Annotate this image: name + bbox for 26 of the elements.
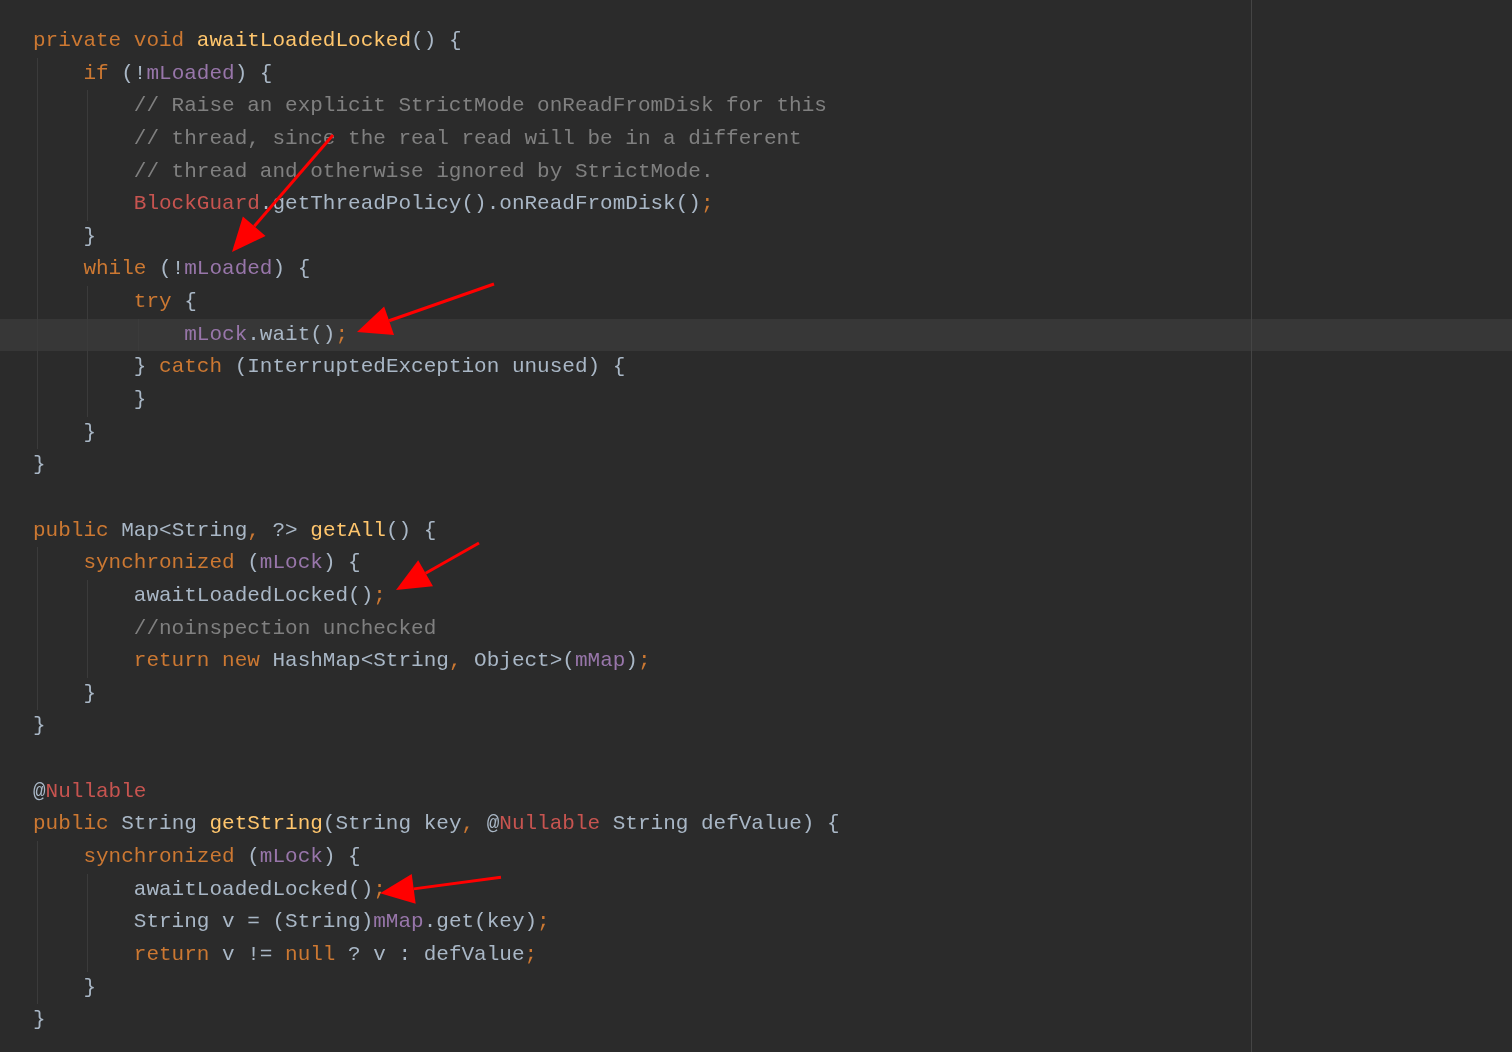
code-line: public Map<String, ?> getAll() {: [32, 517, 438, 544]
code-line: private void awaitLoadedLocked() {: [32, 28, 463, 54]
code-line: }: [0, 971, 1512, 1005]
code-line: }: [0, 220, 1512, 254]
code-line: }: [32, 1007, 47, 1034]
code-line: try {: [0, 286, 1512, 319]
code-line: synchronized (mLock) {: [0, 547, 1512, 580]
code-line: public String getString(String key, @Nullable String defValue) {: [32, 811, 841, 838]
code-line: }: [32, 713, 47, 740]
code-line: synchronized (mLock) {: [0, 841, 1512, 874]
code-line: return v != null ? v : defValue;: [0, 938, 1512, 972]
code-line: String v = (String)mMap.get(key);: [0, 906, 1512, 939]
code-line: }: [32, 452, 47, 479]
code-line: while (!mLoaded) {: [0, 253, 1512, 287]
code-line: }: [0, 416, 1512, 450]
code-line: awaitLoadedLocked();: [0, 873, 1512, 907]
code-line: if (!mLoaded) {: [0, 57, 1512, 91]
code-line: @Nullable: [32, 778, 148, 805]
code-line: return new HashMap<String, Object>(mMap);: [0, 645, 1512, 678]
code-line: // thread and otherwise ignored by StrictMode.: [0, 155, 1512, 189]
code-line: // Raise an explicit StrictMode onReadFromDisk for this: [0, 90, 1512, 123]
code-line: }: [0, 384, 1512, 417]
code-line: awaitLoadedLocked();: [0, 579, 1512, 613]
code-line: }: [0, 677, 1512, 711]
code-line: } catch (InterruptedException unused) {: [0, 351, 1512, 385]
code-line: //noinspection unchecked: [0, 612, 1512, 646]
